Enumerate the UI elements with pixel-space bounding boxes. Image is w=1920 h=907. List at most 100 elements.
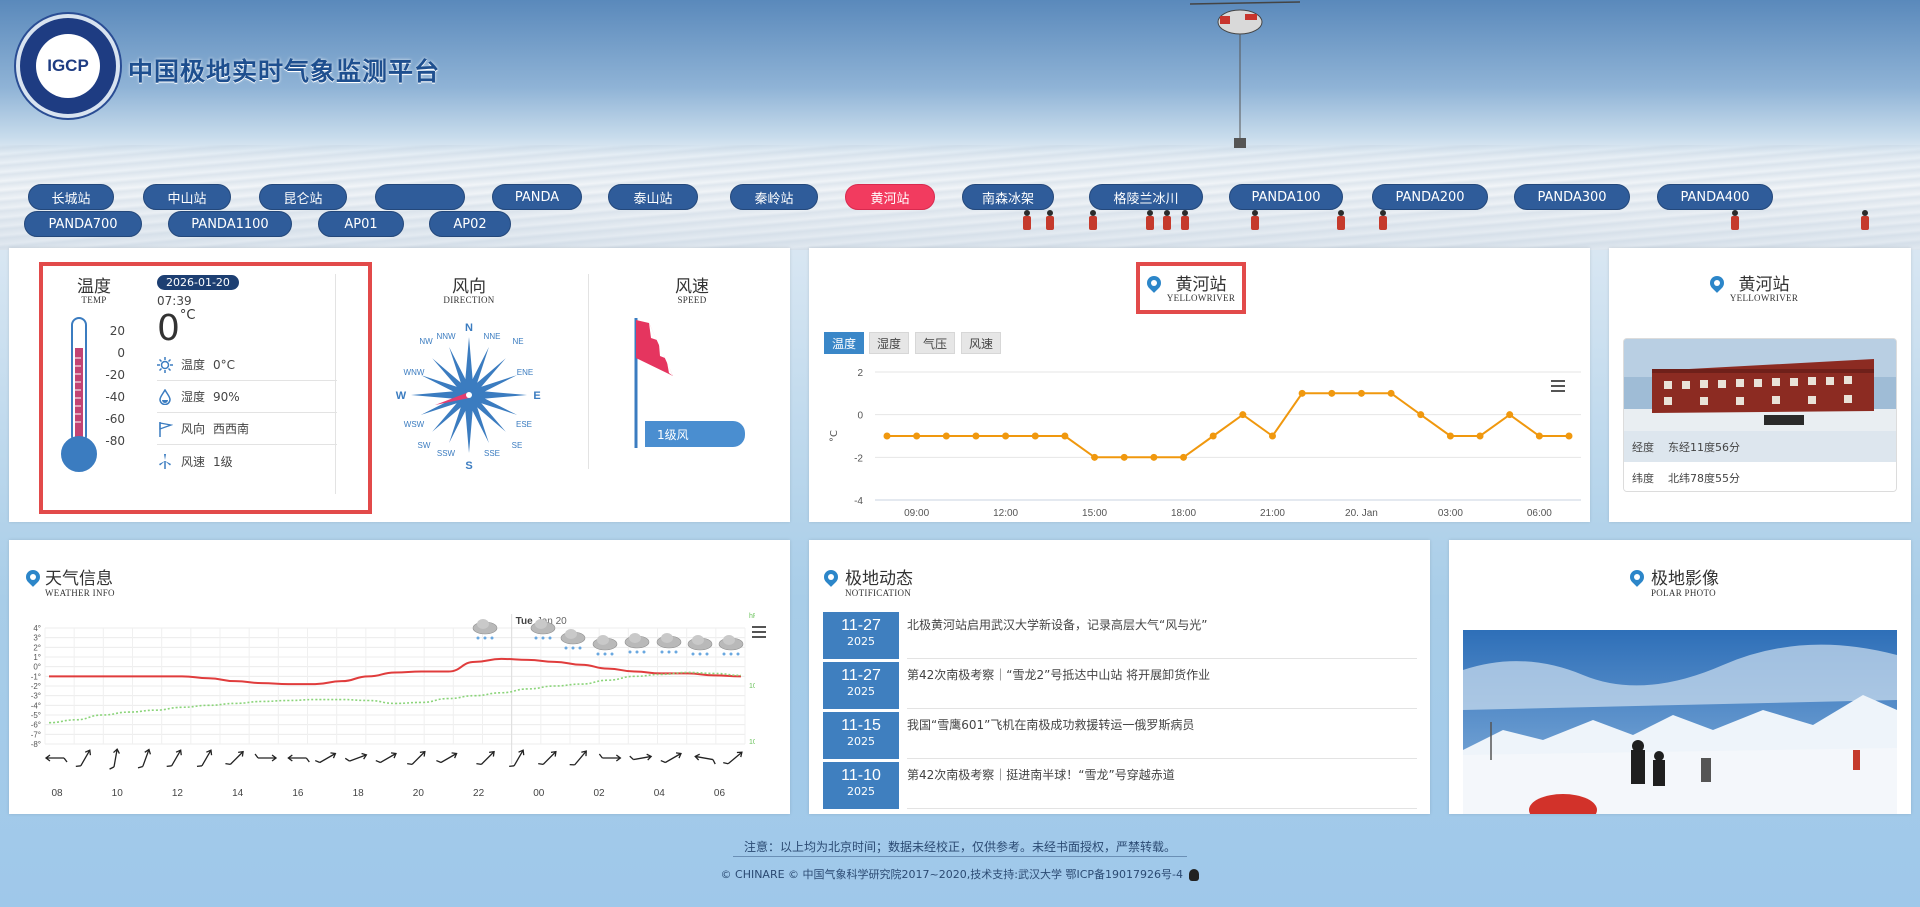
nav-station-button[interactable]: PANDA xyxy=(492,184,582,210)
data-point[interactable] xyxy=(1387,389,1395,397)
data-point[interactable] xyxy=(1535,432,1543,440)
nav-station-button[interactable]: 中山站 xyxy=(143,184,231,210)
reading-value: 0°C xyxy=(213,357,236,372)
news-divider xyxy=(907,758,1417,759)
nav-station-button[interactable]: 长城站 xyxy=(28,184,114,210)
data-point[interactable] xyxy=(1002,432,1010,440)
nav-station-button[interactable]: 黄河站 xyxy=(845,184,935,210)
nav-station-button[interactable] xyxy=(375,184,465,210)
nav-station-button[interactable]: PANDA300 xyxy=(1514,184,1630,210)
news-year: 2025 xyxy=(847,735,875,748)
data-point[interactable] xyxy=(1357,389,1365,397)
wind-barb-icon xyxy=(166,749,182,768)
data-point[interactable] xyxy=(1061,432,1069,440)
news-link[interactable]: 第42次南极考察｜挺进南半球！“雪龙”号穿越赤道 xyxy=(907,766,1175,783)
x-tick-label: 00 xyxy=(533,788,545,799)
data-point[interactable] xyxy=(1298,389,1306,397)
igcp-logo[interactable]: IGCP xyxy=(16,14,120,118)
tab-wind-speed[interactable]: 风速 xyxy=(961,332,1001,354)
news-subtitle: NOTIFICATION xyxy=(845,588,912,598)
data-point[interactable] xyxy=(1476,432,1484,440)
data-point[interactable] xyxy=(1180,453,1188,461)
data-point[interactable] xyxy=(1150,453,1158,461)
station-info-subtitle: YELLOWRIVER xyxy=(1729,293,1799,303)
tab-pressure[interactable]: 气压 xyxy=(915,332,955,354)
x-tick-label: 16 xyxy=(292,788,304,799)
data-point[interactable] xyxy=(972,432,980,440)
data-point[interactable] xyxy=(1417,411,1425,419)
pressure-tick-label: 1014 xyxy=(749,683,755,690)
wind-barb-icon xyxy=(254,753,278,762)
nav-station-button[interactable]: 秦岭站 xyxy=(730,184,818,210)
data-point[interactable] xyxy=(1031,432,1039,440)
data-point[interactable] xyxy=(1328,389,1336,397)
data-point[interactable] xyxy=(1506,411,1514,419)
data-point[interactable] xyxy=(913,432,921,440)
polar-photo[interactable] xyxy=(1463,630,1897,814)
reading-label: 风向 xyxy=(181,422,206,436)
thermo-tick: -20 xyxy=(105,368,125,382)
x-tick-label: 10 xyxy=(112,788,124,799)
x-tick-label: 22 xyxy=(473,788,485,799)
nav-station-button[interactable]: PANDA400 xyxy=(1657,184,1773,210)
nav-station-button[interactable]: 南森冰架 xyxy=(962,184,1054,210)
footer-copyright: © CHINARE © 中国气象科学研究院2017~2020,技术支持:武汉大学… xyxy=(0,866,1920,882)
y-tick-label: 2 xyxy=(857,368,863,379)
news-title: 极地动态 xyxy=(845,569,913,589)
y-axis-label: °C xyxy=(829,430,840,442)
svg-text:SW: SW xyxy=(418,441,431,450)
person-figure xyxy=(1162,210,1172,240)
date-badge: 2026-01-20 xyxy=(157,275,239,290)
longitude-row: 经度 东经11度56分 xyxy=(1624,431,1896,462)
nav-station-button[interactable]: 泰山站 xyxy=(608,184,698,210)
news-year: 2025 xyxy=(847,635,875,648)
svg-text:ESE: ESE xyxy=(516,420,532,429)
x-tick-label: 14 xyxy=(232,788,244,799)
reading-row: 风向 西西南 xyxy=(157,413,337,445)
logo-text: IGCP xyxy=(36,34,100,98)
data-point[interactable] xyxy=(1268,432,1276,440)
news-link[interactable]: 我国“雪鹰601”飞机在南极成功救援转运一俄罗斯病员 xyxy=(907,716,1194,733)
data-point[interactable] xyxy=(1239,411,1247,419)
wind-barb-icon xyxy=(75,749,92,768)
data-point[interactable] xyxy=(942,432,950,440)
nav-station-button[interactable]: AP02 xyxy=(429,211,511,237)
data-point[interactable] xyxy=(1446,432,1454,440)
thermometer-scale: 20 0 -20 -40 -60 -80 xyxy=(95,324,125,456)
y-tick-label: -1° xyxy=(31,672,41,681)
nav-station-button[interactable]: PANDA700 xyxy=(24,211,142,237)
data-point[interactable] xyxy=(1209,432,1217,440)
x-tick-label: 03:00 xyxy=(1438,508,1463,519)
y-tick-label: -6° xyxy=(31,721,41,730)
penguin-icon xyxy=(1189,869,1200,881)
svg-text:NNW: NNW xyxy=(436,332,456,341)
helicopter-image xyxy=(1190,1,1300,148)
data-point[interactable] xyxy=(1091,453,1099,461)
svg-text:SE: SE xyxy=(512,441,523,450)
reading-row: 湿度 90% xyxy=(157,381,337,413)
nav-station-button[interactable]: PANDA200 xyxy=(1372,184,1488,210)
thermometer-icon xyxy=(61,317,97,472)
tab-humidity[interactable]: 湿度 xyxy=(869,332,909,354)
longitude-value: 东经11度56分 xyxy=(1668,440,1740,454)
temperature-series-line xyxy=(887,392,1569,459)
reading-label: 温度 xyxy=(181,358,206,372)
pressure-tick-label: hPa xyxy=(749,613,755,620)
weather-info-panel: 天气信息 WEATHER INFO 4° 3° 2° 1° 0° -1° -2° -3° -4°… xyxy=(9,540,790,814)
snow-cloud-icon xyxy=(472,619,498,640)
news-link[interactable]: 北极黄河站启用武汉大学新设备，记录高层大气“风与光” xyxy=(907,616,1207,633)
tab-temperature[interactable]: 温度 xyxy=(824,332,864,354)
data-point[interactable] xyxy=(883,432,891,440)
news-link[interactable]: 第42次南极考察｜“雪龙2”号抵达中山站 将开展卸货作业 xyxy=(907,666,1210,683)
nav-station-button[interactable]: PANDA100 xyxy=(1229,184,1343,210)
nav-station-button[interactable]: PANDA1100 xyxy=(168,211,292,237)
y-tick-label: 1° xyxy=(33,653,41,662)
nav-station-button[interactable]: 昆仑站 xyxy=(259,184,347,210)
nav-station-button[interactable]: AP01 xyxy=(318,211,404,237)
data-point[interactable] xyxy=(1565,432,1573,440)
nav-station-button[interactable]: 格陵兰冰川 xyxy=(1089,184,1203,210)
data-point[interactable] xyxy=(1120,453,1128,461)
wind-barb-icon xyxy=(407,750,426,766)
news-divider xyxy=(907,658,1417,659)
x-tick-label: 08 xyxy=(51,788,63,799)
